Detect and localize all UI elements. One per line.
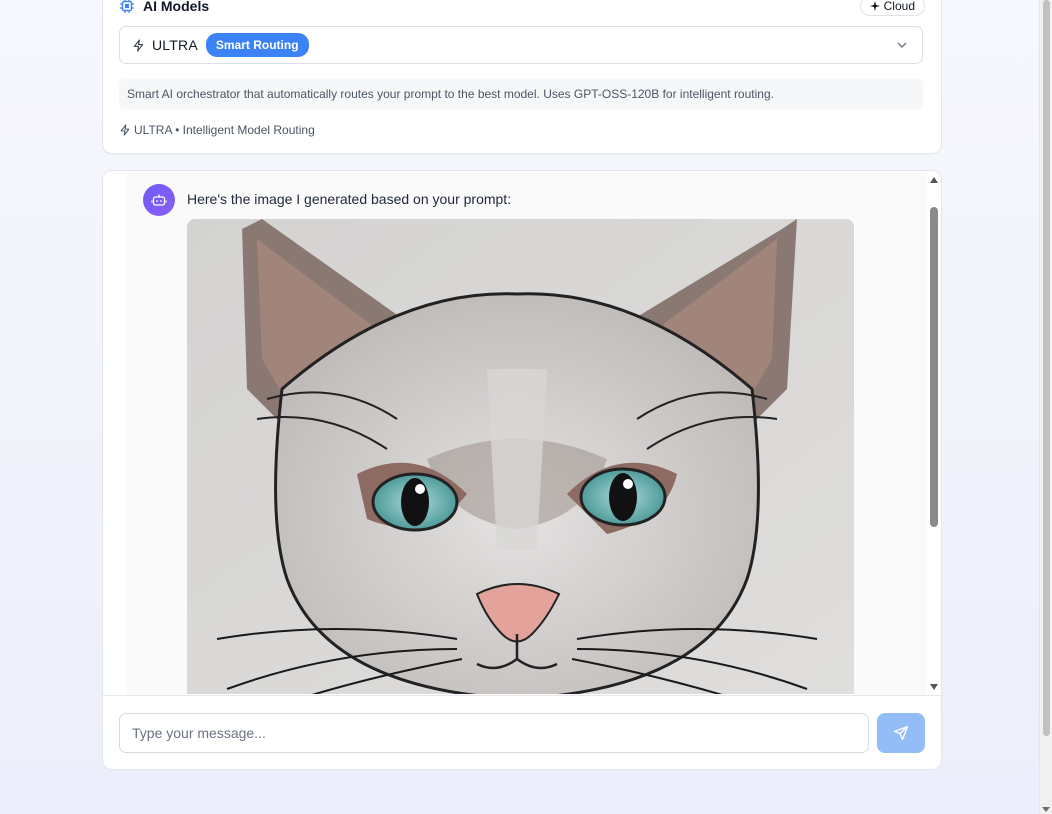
- chat-scrollbar-thumb[interactable]: [930, 207, 938, 527]
- sparkle-icon: [869, 1, 880, 11]
- bolt-icon: [133, 38, 144, 52]
- send-icon: [893, 725, 909, 741]
- page-scrollbar[interactable]: [1039, 0, 1052, 814]
- chat-scrollbar[interactable]: [927, 172, 941, 694]
- model-select-dropdown[interactable]: ULTRA Smart Routing: [119, 26, 923, 64]
- bot-icon: [151, 194, 167, 206]
- messages-area[interactable]: Here's the image I generated based on yo…: [127, 172, 927, 694]
- cloud-badge[interactable]: Cloud: [859, 0, 925, 16]
- page-scrollbar-thumb[interactable]: [1043, 0, 1050, 736]
- bolt-icon: [120, 124, 130, 136]
- page-scroll-down-arrow[interactable]: [1042, 807, 1050, 812]
- message-input[interactable]: [119, 713, 869, 753]
- chevron-down-icon: [897, 42, 907, 48]
- cloud-label: Cloud: [883, 0, 915, 13]
- assistant-message-text: Here's the image I generated based on yo…: [187, 191, 512, 207]
- smart-routing-badge: Smart Routing: [205, 33, 309, 57]
- bot-avatar: [143, 184, 175, 216]
- send-button[interactable]: [877, 713, 925, 753]
- chat-panel: Here's the image I generated based on yo…: [102, 170, 942, 770]
- cat-illustration: [187, 219, 854, 694]
- selected-model-name: ULTRA: [152, 37, 198, 53]
- model-meta-text: ULTRA • Intelligent Model Routing: [134, 123, 315, 137]
- model-meta: ULTRA • Intelligent Model Routing: [119, 123, 315, 137]
- model-panel-header: AI Models Cloud: [119, 0, 925, 17]
- chat-scroll-down-arrow[interactable]: [930, 684, 938, 690]
- message-composer: [103, 695, 941, 769]
- generated-image[interactable]: [187, 219, 854, 694]
- chat-scroll-up-arrow[interactable]: [930, 177, 938, 183]
- model-panel-title: AI Models: [143, 0, 210, 14]
- model-description: Smart AI orchestrator that automatically…: [119, 79, 923, 109]
- cpu-icon: [120, 0, 134, 13]
- model-panel: AI Models Cloud ULTRA Smart Routing Smar…: [102, 0, 942, 154]
